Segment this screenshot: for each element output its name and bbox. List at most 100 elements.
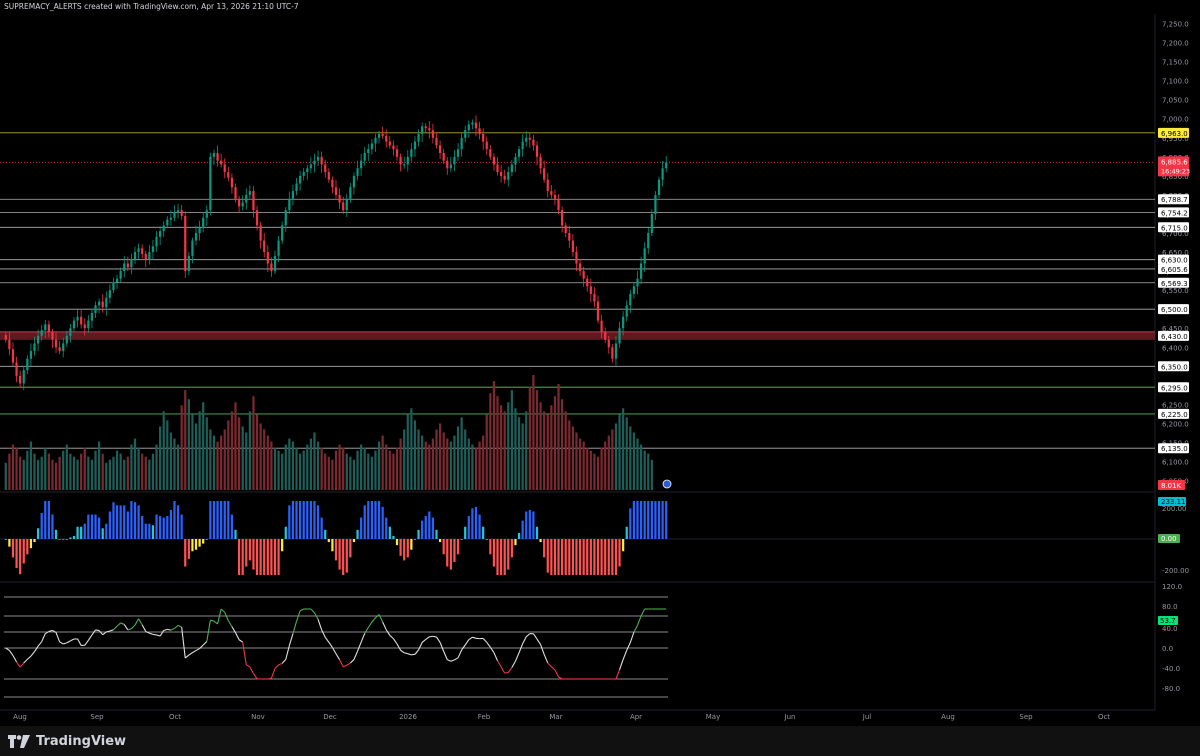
candle-body [345, 198, 348, 211]
candle-body [449, 164, 452, 169]
oscillator-line-segment [482, 638, 488, 643]
volume-bar [553, 396, 557, 490]
candle-body [596, 301, 600, 321]
oscillator-line-segment [77, 638, 82, 646]
price-tick-label: 6,100.0 [1162, 459, 1189, 467]
oscillator-line-segment [224, 612, 229, 621]
volume-bar [162, 411, 165, 490]
oscillator-bar [496, 539, 499, 575]
price-axis[interactable]: 7,250.0 7,200.0 7,150.0 7,100.0 7,050.0 7,000… [662, 21, 1190, 693]
oscillator-bar [385, 517, 388, 539]
oscillator-line-segment [353, 651, 359, 660]
volume-bar [205, 417, 208, 490]
candle-body [589, 286, 592, 294]
oscillator-bar [356, 529, 359, 539]
tradingview-chart[interactable]: 7,250.0 7,200.0 7,150.0 7,100.0 7,050.0 7,000… [0, 0, 1200, 756]
volume-bar [453, 435, 456, 490]
volume-bar [410, 408, 413, 490]
oscillator-bar [76, 526, 79, 539]
oscillator-bar [288, 505, 291, 539]
oscillator-bar [105, 523, 108, 539]
oscillator-line-segment [217, 608, 222, 625]
candle-body [44, 324, 47, 331]
oscillator-bar [482, 526, 485, 539]
oscillator-line-segment [210, 619, 215, 622]
oscillator-bar [80, 526, 83, 539]
candle-body [151, 246, 155, 253]
volume-bar [596, 456, 600, 490]
volume-bar [535, 390, 539, 490]
oscillator-bar [220, 501, 223, 539]
candle-body [169, 217, 173, 220]
level-label: 6,295.0 [1161, 384, 1188, 392]
volume-bar [370, 456, 374, 490]
volume-bar [381, 435, 384, 490]
oscillator-line-segment [317, 619, 323, 631]
oscillator-bar [123, 505, 126, 539]
candle-body [162, 225, 165, 232]
volume-bar [51, 459, 54, 490]
candle-body [352, 175, 356, 188]
oscillator-bar [539, 539, 542, 543]
oscillator-line-segment [497, 660, 502, 668]
oscillator-bar [657, 501, 661, 539]
oscillator-bar [44, 501, 47, 539]
volume-bar [564, 411, 567, 490]
time-axis[interactable]: Aug Sep Oct Nov Dec 2026 Feb Mar Apr May Jun Jul Aug… [13, 713, 1110, 721]
oscillator-bar [205, 539, 208, 540]
volume-bar [72, 456, 76, 490]
oscillator-line-segment [8, 650, 14, 656]
oscillator-bar [600, 539, 603, 575]
candle-body [618, 328, 621, 344]
oscillator-bar [19, 539, 22, 575]
volume-bar [306, 444, 309, 490]
candle-body [245, 194, 248, 203]
level-label: 6,788.7 [1161, 196, 1188, 204]
oscillator-bar [212, 501, 216, 539]
level-label: 6,715.0 [1161, 224, 1188, 232]
volume-bar [650, 459, 653, 490]
volume-bar [392, 453, 395, 490]
oscillator-bar [98, 517, 101, 539]
volume-bar [449, 441, 452, 490]
oscillator-bar [115, 505, 119, 539]
candle-body [532, 139, 535, 146]
brand-logo[interactable]: TradingView [8, 734, 126, 749]
candle-body [126, 263, 129, 268]
oscillator-line-segment [339, 659, 344, 667]
oscillator-bar [8, 539, 11, 547]
candle-body [528, 137, 531, 140]
oscillator-line-segment [213, 620, 218, 625]
candle-body [83, 324, 86, 329]
oscillator-bar [298, 501, 302, 539]
oscillator-bar [11, 539, 15, 558]
volume-bar [496, 396, 499, 490]
oscillator-bar [377, 501, 381, 539]
volume-bars [4, 375, 653, 490]
candle-body [281, 225, 284, 241]
oscillator-line-segment [547, 662, 552, 668]
volume-bar [80, 453, 83, 490]
volume-bar [90, 459, 94, 490]
oscillator-bar [302, 501, 305, 539]
price-candles[interactable] [4, 115, 668, 391]
volume-bar [26, 450, 29, 490]
volume-bar [320, 447, 323, 490]
oscillator-line-segment [400, 649, 405, 654]
candle-body [72, 320, 76, 329]
candle-body [284, 210, 287, 226]
candle-body [133, 252, 137, 260]
oscillator-bar [155, 514, 158, 539]
oscillator-line-segment [619, 659, 624, 670]
volume-bar [234, 402, 237, 490]
candle-body [474, 122, 478, 129]
oscillator-bar [248, 539, 251, 561]
oscillator-bar [467, 516, 470, 539]
oscillator-line-segment [48, 629, 53, 632]
candle-body [148, 252, 151, 260]
oscillator-line-segment [396, 643, 402, 651]
oscillator-bar [345, 539, 348, 573]
last-price-label: 6,885.6 [1161, 158, 1188, 166]
oscillator-line-segment [113, 625, 118, 631]
oscillator-bar [464, 526, 467, 539]
